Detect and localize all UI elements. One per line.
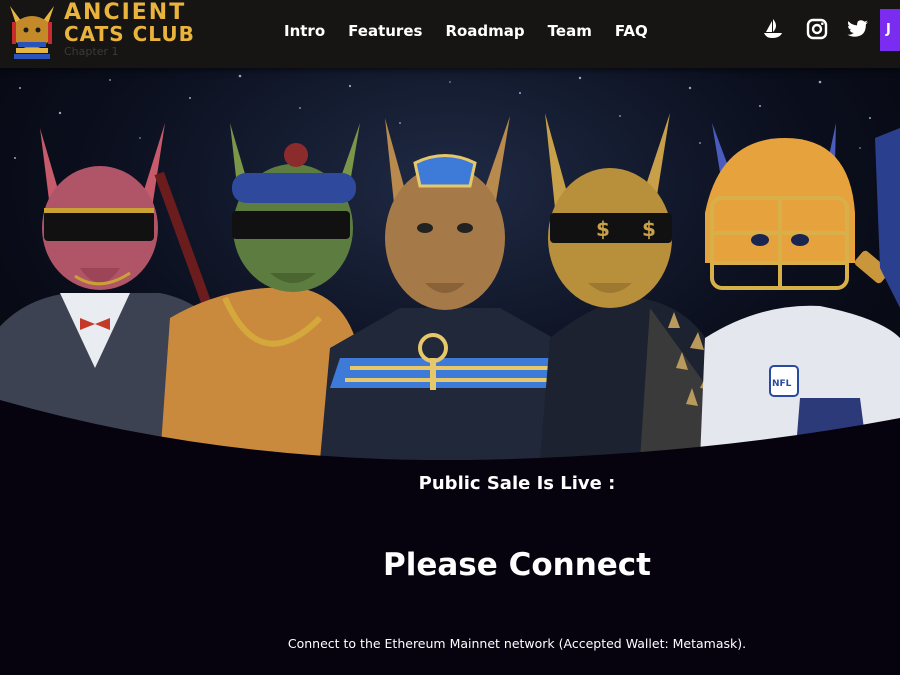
hero-banner: $ $ NFL [0, 68, 900, 460]
instagram-icon[interactable] [806, 18, 828, 40]
cat-character-football: NFL [700, 123, 900, 460]
twitter-icon[interactable] [847, 18, 869, 40]
brand-title-line2[interactable]: CATS CLUB [64, 22, 195, 46]
anubis-cat-logo-icon[interactable] [4, 2, 60, 62]
nav-link-team[interactable]: Team [548, 20, 592, 42]
brand-subtitle: Chapter 1 [64, 45, 119, 58]
svg-text:NFL: NFL [772, 379, 792, 389]
public-sale-status: Public Sale Is Live : [418, 473, 616, 494]
nav-link-intro[interactable]: Intro [284, 20, 325, 42]
site-header: ANCIENT CATS CLUB Chapter 1 Intro Featur… [0, 0, 900, 68]
please-connect-heading: Please Connect [383, 547, 651, 583]
connect-wallet-button[interactable]: J [880, 9, 900, 51]
network-instructions: Connect to the Ethereum Mainnet network … [287, 636, 747, 651]
svg-text:$: $ [642, 217, 656, 241]
opensea-icon[interactable] [762, 18, 784, 40]
nav-link-features[interactable]: Features [348, 20, 422, 42]
main-nav: Intro Features Roadmap Team FAQ [284, 20, 671, 42]
svg-text:$: $ [596, 217, 610, 241]
nav-link-faq[interactable]: FAQ [615, 20, 648, 42]
cat-characters-banner: $ $ NFL [0, 74, 900, 460]
nav-link-roadmap[interactable]: Roadmap [445, 20, 524, 42]
